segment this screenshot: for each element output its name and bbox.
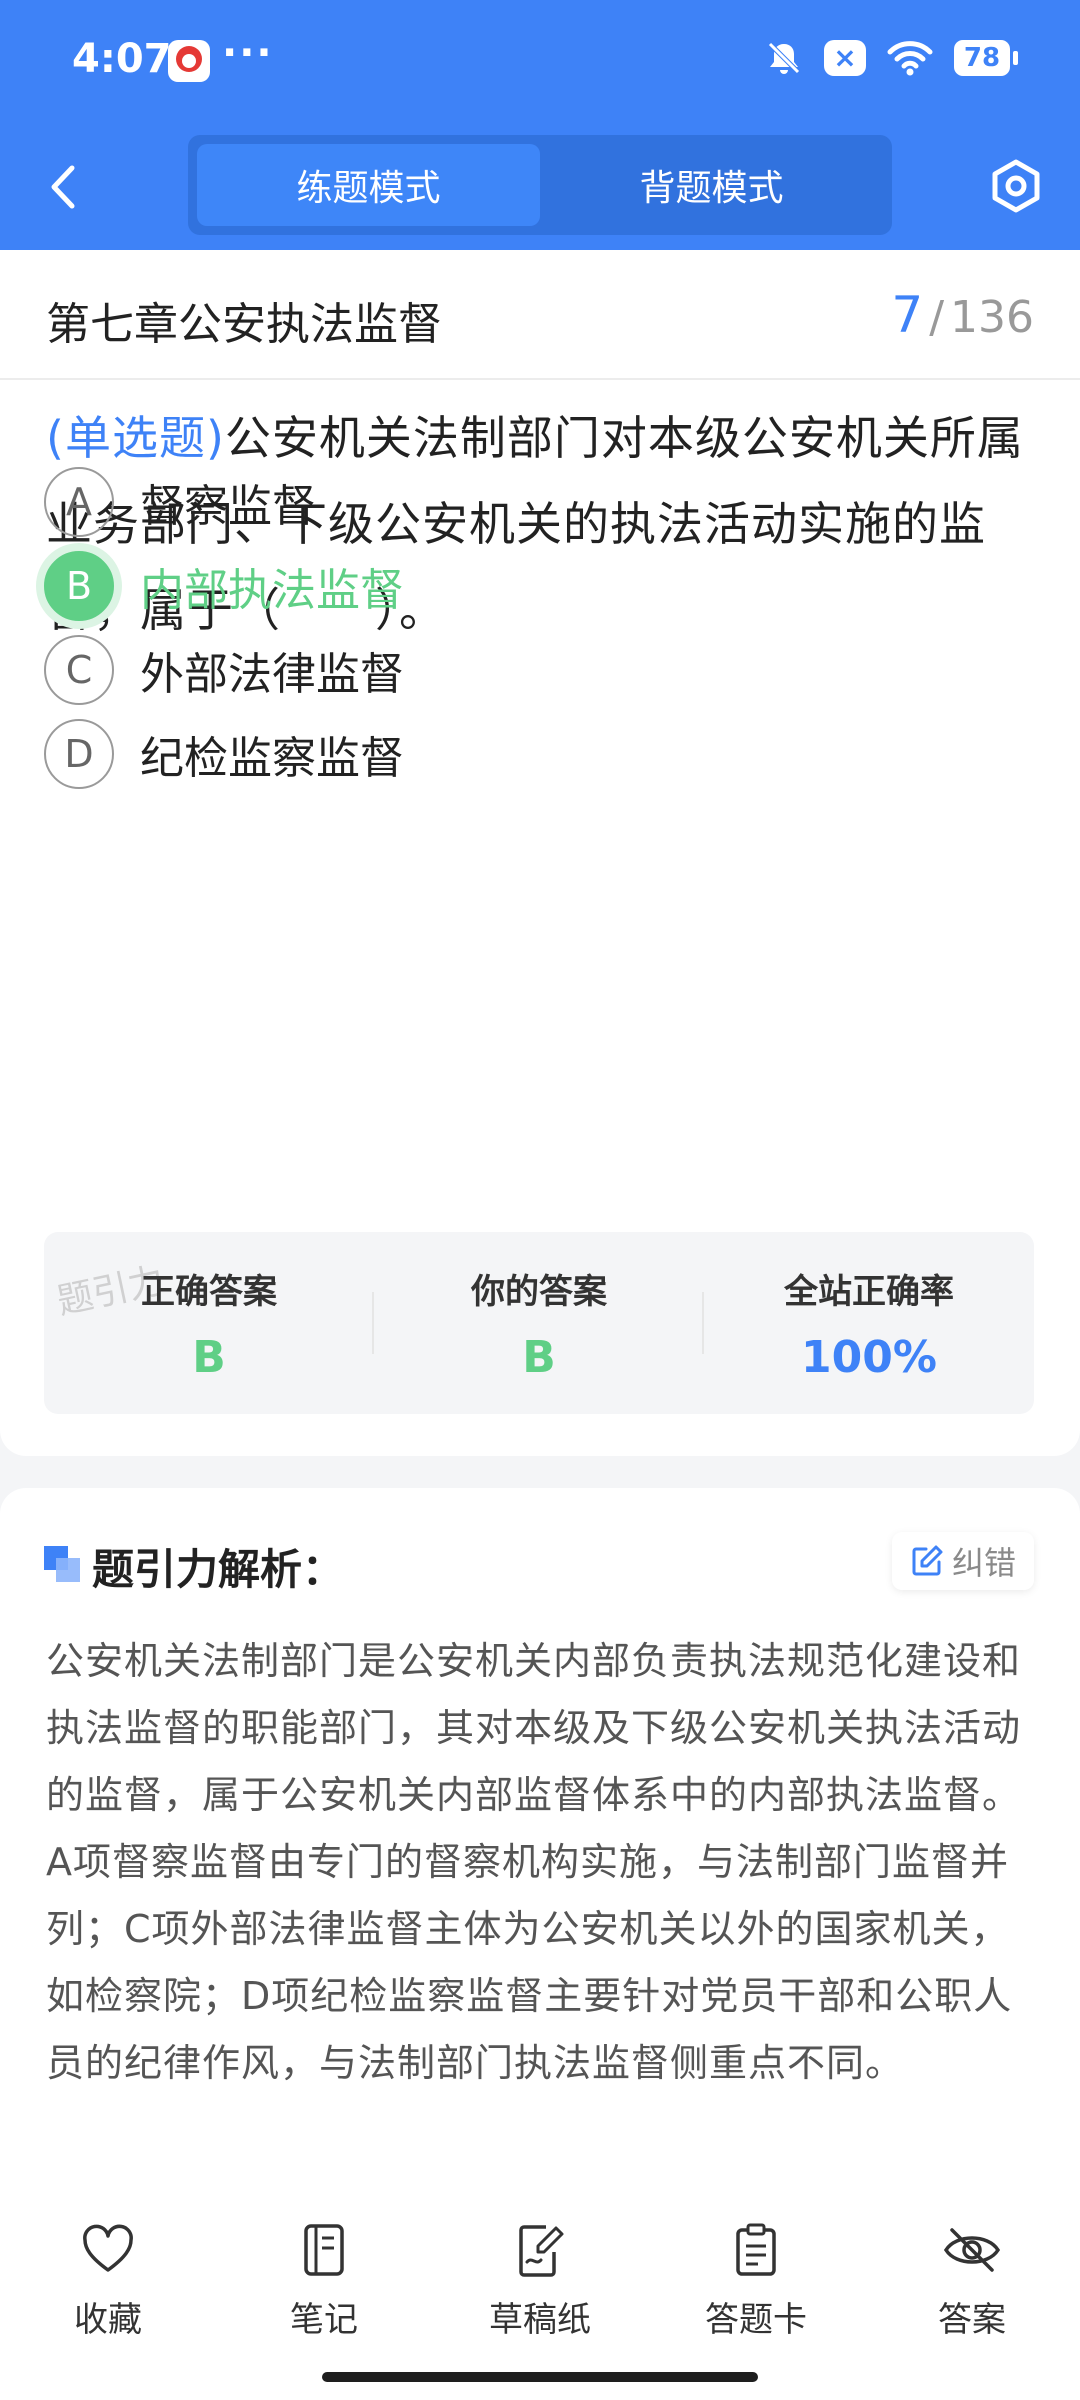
option-a-text: 督察监督 bbox=[140, 481, 316, 532]
home-indicator[interactable] bbox=[322, 2372, 758, 2382]
chapter-title: 第七章公安执法监督 bbox=[46, 299, 442, 350]
accuracy-rate-column: 全站正确率 100% bbox=[704, 1232, 1034, 1414]
settings-icon[interactable] bbox=[986, 156, 1046, 216]
notes-label: 笔记 bbox=[290, 2300, 358, 2340]
option-c-text: 外部法律监督 bbox=[140, 649, 404, 700]
accuracy-rate-label: 全站正确率 bbox=[784, 1272, 954, 1312]
correct-answer-value: B bbox=[192, 1332, 226, 1383]
option-c[interactable]: C 外部法律监督 bbox=[44, 633, 404, 707]
draft-paper-label: 草稿纸 bbox=[489, 2300, 591, 2340]
your-answer-value: B bbox=[522, 1332, 556, 1383]
favorite-label: 收藏 bbox=[74, 2300, 142, 2340]
draft-paper-button[interactable]: 草稿纸 bbox=[460, 2222, 620, 2341]
option-b[interactable]: B 内部执法监督 bbox=[44, 549, 404, 623]
question-counter: 7/136 bbox=[891, 286, 1034, 344]
close-badge-icon: × bbox=[824, 40, 866, 76]
your-answer-label: 你的答案 bbox=[471, 1272, 607, 1312]
counter-separator: / bbox=[929, 292, 945, 343]
option-b-text: 内部执法监督 bbox=[140, 565, 404, 616]
answer-sheet-icon bbox=[736, 2223, 776, 2276]
tab-practice-mode[interactable]: 练题模式 bbox=[197, 144, 540, 226]
answer-sheet-label: 答题卡 bbox=[705, 2300, 807, 2340]
question-type-label: (单选题) bbox=[46, 411, 225, 465]
analysis-text: 公安机关法制部门是公安机关内部负责执法规范化建设和执法监督的职能部门，其对本级及… bbox=[46, 1639, 1022, 2085]
option-d[interactable]: D 纪检监察监督 bbox=[44, 717, 404, 791]
wifi-icon bbox=[887, 41, 933, 76]
back-arrow-icon[interactable] bbox=[44, 162, 84, 212]
eye-slash-icon bbox=[943, 2228, 1001, 2272]
mode-switcher: 练题模式 背题模式 bbox=[188, 135, 892, 235]
status-icons: × 78 bbox=[764, 38, 1018, 78]
analysis-card: 题引力解析： 纠错 公安机关法制部门是公安机关内部负责执法规范化建设和执法监督的… bbox=[0, 1488, 1080, 2248]
answer-sheet-button[interactable]: 答题卡 bbox=[676, 2222, 836, 2341]
analysis-section-icon bbox=[44, 1546, 80, 1582]
answer-summary-panel: 题引力 正确答案 B 你的答案 B 全站正确率 100% bbox=[44, 1232, 1034, 1414]
bottom-toolbar: 收藏 笔记 草稿纸 答题卡 答案 bbox=[0, 2200, 1080, 2400]
option-a[interactable]: A 督察监督 bbox=[44, 465, 316, 539]
current-question-number: 7 bbox=[891, 286, 924, 344]
show-answer-button[interactable]: 答案 bbox=[892, 2222, 1052, 2341]
top-header: 4:07 ··· × 78 练题模式 背题模式 bbox=[0, 0, 1080, 250]
correct-answer-column: 正确答案 B bbox=[44, 1232, 374, 1414]
draft-paper-icon bbox=[519, 2225, 564, 2277]
bell-off-icon bbox=[768, 42, 800, 74]
option-c-letter: C bbox=[44, 635, 114, 705]
notebook-icon bbox=[304, 2224, 344, 2276]
total-question-count: 136 bbox=[950, 292, 1034, 343]
option-d-letter: D bbox=[44, 719, 114, 789]
status-bar: 4:07 ··· × 78 bbox=[0, 0, 1080, 125]
option-d-text: 纪检监察监督 bbox=[140, 733, 404, 784]
heart-icon bbox=[83, 2224, 133, 2272]
show-answer-label: 答案 bbox=[938, 2300, 1006, 2340]
report-error-button[interactable]: 纠错 bbox=[891, 1532, 1034, 1590]
correct-answer-label: 正确答案 bbox=[141, 1272, 277, 1312]
analysis-title: 题引力解析： bbox=[92, 1545, 345, 1594]
report-error-label: 纠错 bbox=[951, 1544, 1016, 1582]
accuracy-rate-value: 100% bbox=[801, 1332, 937, 1383]
app-notification-icon bbox=[168, 40, 210, 82]
notes-button[interactable]: 笔记 bbox=[244, 2222, 404, 2341]
edit-icon bbox=[912, 1545, 943, 1576]
more-notifications-icon: ··· bbox=[222, 30, 274, 76]
header-divider bbox=[0, 378, 1080, 380]
favorite-button[interactable]: 收藏 bbox=[28, 2222, 188, 2341]
your-answer-column: 你的答案 B bbox=[374, 1232, 704, 1414]
battery-icon: 78 bbox=[954, 40, 1018, 76]
option-a-letter: A bbox=[44, 467, 114, 537]
status-time: 4:07 bbox=[72, 36, 172, 82]
option-b-letter: B bbox=[44, 551, 114, 621]
tab-memorize-mode[interactable]: 背题模式 bbox=[540, 144, 883, 226]
nav-row: 练题模式 背题模式 bbox=[0, 130, 1080, 240]
